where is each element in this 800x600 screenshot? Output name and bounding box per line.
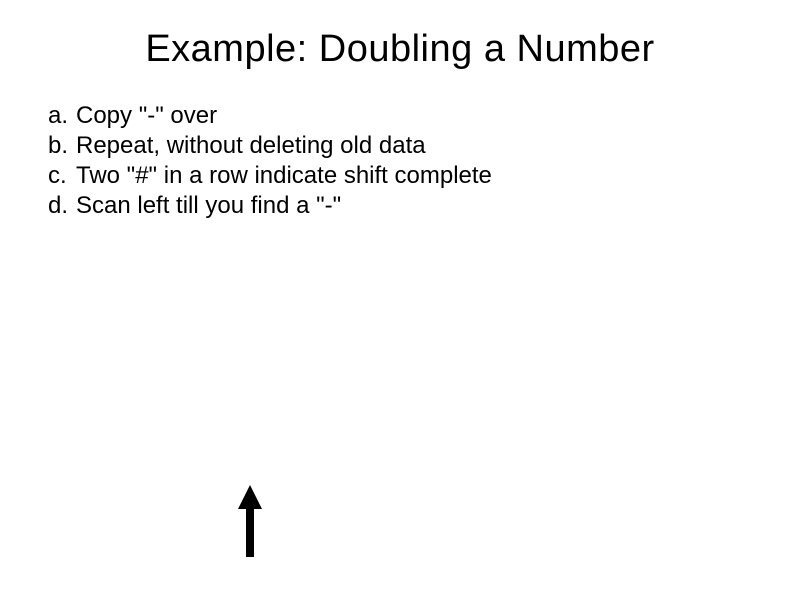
step-item: a. Copy "-" over bbox=[48, 101, 760, 131]
step-text: Two "#" in a row indicate shift complete bbox=[76, 161, 492, 191]
step-item: c. Two "#" in a row indicate shift compl… bbox=[48, 161, 760, 191]
step-item: b. Repeat, without deleting old data bbox=[48, 131, 760, 161]
step-text: Copy "-" over bbox=[76, 101, 217, 131]
steps-list: a. Copy "-" over b. Repeat, without dele… bbox=[0, 101, 800, 221]
step-label: d. bbox=[48, 191, 76, 221]
step-label: a. bbox=[48, 101, 76, 131]
step-item: d. Scan left till you find a "-" bbox=[48, 191, 760, 221]
step-text: Scan left till you find a "-" bbox=[76, 191, 341, 221]
step-label: b. bbox=[48, 131, 76, 161]
arrow-up-icon bbox=[236, 485, 264, 557]
slide-title: Example: Doubling a Number bbox=[0, 0, 800, 101]
step-label: c. bbox=[48, 161, 76, 191]
step-text: Repeat, without deleting old data bbox=[76, 131, 426, 161]
